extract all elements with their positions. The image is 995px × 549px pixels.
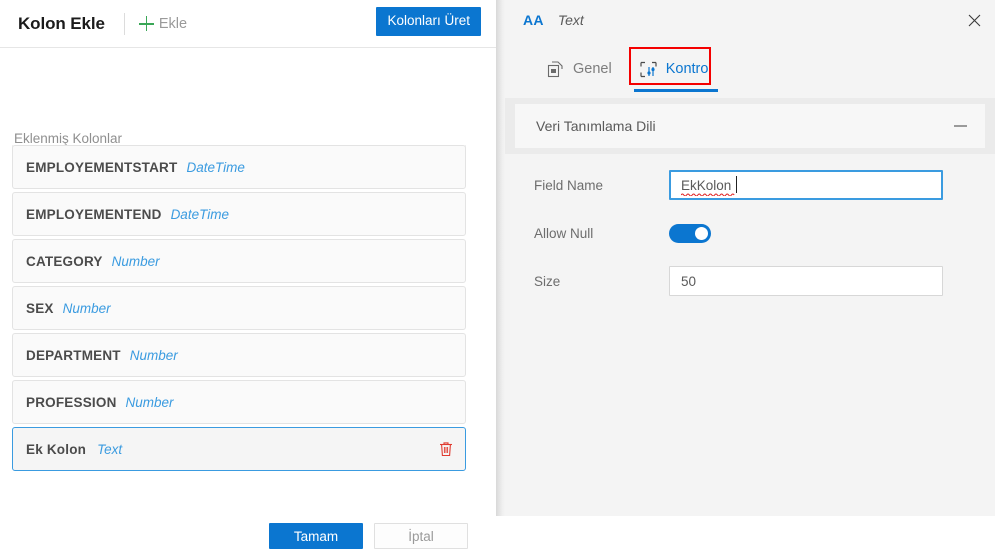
column-type: Number xyxy=(112,254,160,269)
list-item[interactable]: EMPLOYEMENTSTART DateTime xyxy=(12,145,466,189)
column-type: DateTime xyxy=(186,160,244,175)
column-type: DateTime xyxy=(171,207,229,222)
close-icon xyxy=(968,14,981,27)
cancel-button[interactable]: İptal xyxy=(374,523,468,549)
toggle-knob xyxy=(695,227,708,240)
size-label: Size xyxy=(534,274,669,289)
add-column-panel: Kolon Ekle Ekle Kolonları Üret Eklenmiş … xyxy=(0,0,496,516)
list-item[interactable]: PROFESSION Number xyxy=(12,380,466,424)
close-button[interactable] xyxy=(961,8,987,32)
allow-null-toggle[interactable] xyxy=(669,224,711,243)
properties-panel: AA Text Genel xyxy=(505,0,995,516)
list-item[interactable]: DEPARTMENT Number xyxy=(12,333,466,377)
column-type: Number xyxy=(126,395,174,410)
properties-header: AA Text xyxy=(505,0,995,40)
form-row-allow-null: Allow Null xyxy=(505,218,995,248)
column-name: DEPARTMENT xyxy=(26,348,121,363)
column-name: SEX xyxy=(26,301,54,316)
list-item[interactable]: SEX Number xyxy=(12,286,466,330)
properties-tabs: Genel Kontrol xyxy=(505,40,995,98)
generate-columns-button[interactable]: Kolonları Üret xyxy=(376,7,481,36)
tab-kontrol[interactable]: Kontrol xyxy=(626,40,726,98)
column-type: Number xyxy=(130,348,178,363)
column-name: PROFESSION xyxy=(26,395,117,410)
list-item[interactable]: EMPLOYEMENTEND DateTime xyxy=(12,192,466,236)
control-properties-icon xyxy=(640,61,657,78)
document-icon xyxy=(547,61,564,78)
panel-header: Kolon Ekle Ekle Kolonları Üret xyxy=(0,0,496,48)
text-type-icon: AA xyxy=(523,12,544,28)
dialog-footer: Tamam İptal xyxy=(0,523,468,549)
list-item[interactable]: CATEGORY Number xyxy=(12,239,466,283)
text-caret xyxy=(736,176,737,193)
section-title: Veri Tanımlama Dili xyxy=(536,118,656,134)
trash-icon[interactable] xyxy=(439,441,453,457)
header-divider xyxy=(124,13,125,35)
form-row-size: Size xyxy=(505,266,995,296)
panel-separator xyxy=(496,0,505,516)
column-type: Number xyxy=(63,301,111,316)
tab-kontrol-label: Kontrol xyxy=(666,61,712,77)
app-root: Kolon Ekle Ekle Kolonları Üret Eklenmiş … xyxy=(0,0,995,516)
list-item[interactable]: Ek Kolon Text xyxy=(12,427,466,471)
column-type: Text xyxy=(97,442,122,457)
form-row-field-name: Field Name xyxy=(505,170,995,200)
allow-null-label: Allow Null xyxy=(534,226,669,241)
ok-button[interactable]: Tamam xyxy=(269,523,363,549)
section-band: Veri Tanımlama Dili xyxy=(505,98,995,154)
page-title: Kolon Ekle xyxy=(18,14,105,34)
add-button[interactable]: Ekle xyxy=(139,16,187,32)
plus-icon xyxy=(139,16,154,31)
field-name-input[interactable] xyxy=(669,170,943,200)
columns-list: EMPLOYEMENTSTART DateTime EMPLOYEMENTEND Da… xyxy=(12,145,468,497)
column-name: CATEGORY xyxy=(26,254,103,269)
field-name-label: Field Name xyxy=(534,178,669,193)
add-button-label: Ekle xyxy=(159,16,187,32)
size-input[interactable] xyxy=(669,266,943,296)
column-name: EMPLOYEMENTSTART xyxy=(26,160,177,175)
tab-genel-label: Genel xyxy=(573,61,612,77)
field-name-input-holder xyxy=(669,170,943,200)
minus-icon[interactable] xyxy=(954,125,967,127)
tab-genel[interactable]: Genel xyxy=(533,40,626,98)
section-header-veri-tanimlama-dili[interactable]: Veri Tanımlama Dili xyxy=(515,104,985,148)
added-columns-label: Eklenmiş Kolonlar xyxy=(14,131,122,146)
panel-body: Eklenmiş Kolonlar EMPLOYEMENTSTART DateTi… xyxy=(0,48,496,516)
properties-form: Field Name Allow Null Size xyxy=(505,154,995,296)
properties-title: Text xyxy=(558,12,584,28)
column-name: Ek Kolon xyxy=(26,442,86,457)
column-name: EMPLOYEMENTEND xyxy=(26,207,162,222)
